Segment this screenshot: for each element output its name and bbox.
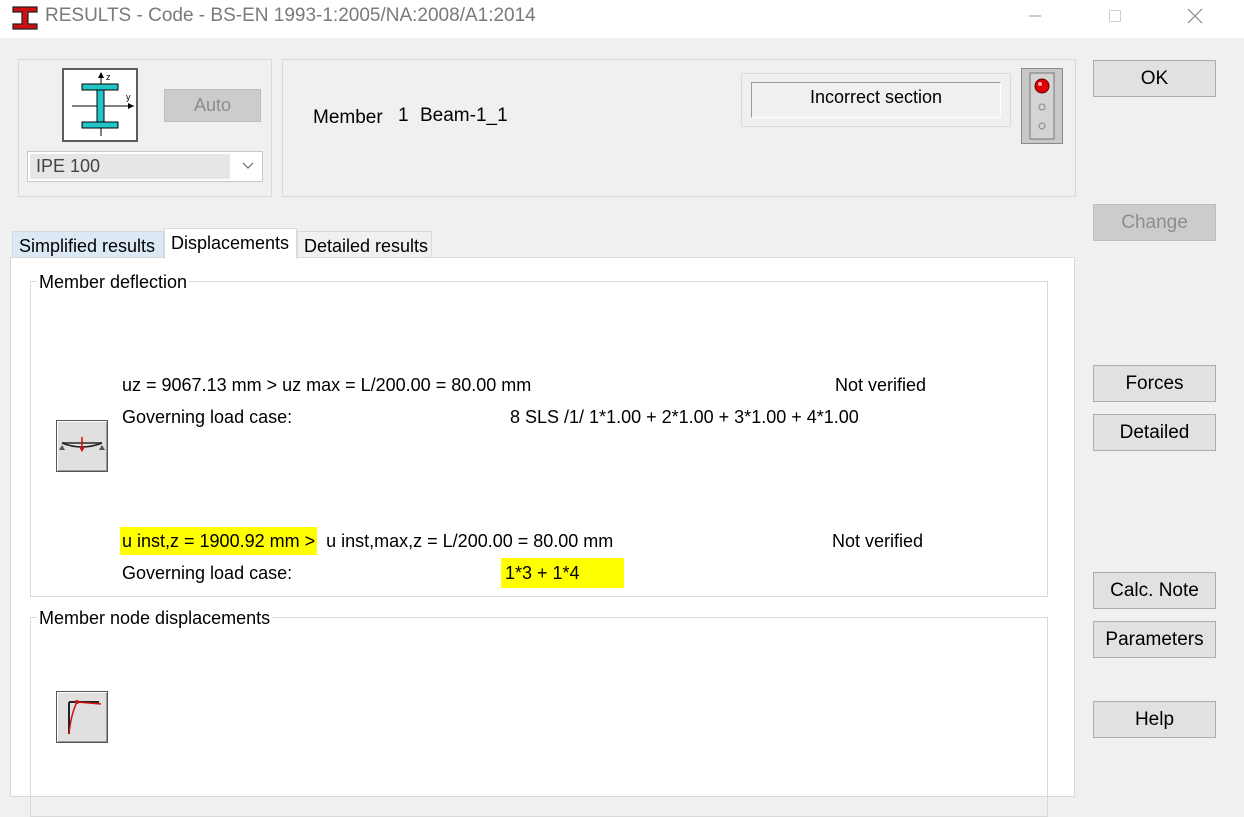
status-box: Incorrect section	[741, 73, 1011, 127]
forces-button[interactable]: Forces	[1093, 365, 1216, 402]
u-inst-case-value: 1*3 + 1*4	[501, 558, 624, 588]
u-inst-case-label: Governing load case:	[122, 563, 293, 583]
u-inst-check-line: u inst,z = 1900.92 mm > u inst,max,z = L…	[120, 527, 614, 555]
member-label: Member	[313, 107, 383, 128]
parameters-button[interactable]: Parameters	[1093, 621, 1216, 658]
minimize-icon[interactable]	[1012, 0, 1058, 32]
close-icon[interactable]	[1172, 0, 1218, 32]
beam-deflection-icon[interactable]	[56, 420, 108, 472]
maximize-icon[interactable]	[1092, 0, 1138, 32]
u-inst-highlight: u inst,z = 1900.92 mm >	[120, 527, 318, 555]
member-number: 1	[398, 105, 409, 126]
steel-beam-app-icon	[10, 5, 40, 31]
traffic-light-icon	[1021, 68, 1063, 144]
member-deflection-group: Member deflection uz = 9067.13 mm > uz m…	[30, 272, 1048, 597]
calc-note-button[interactable]: Calc. Note	[1093, 572, 1216, 609]
detailed-button[interactable]: Detailed	[1093, 414, 1216, 451]
uz-case-label: Governing load case:	[122, 407, 293, 427]
status-text: Incorrect section	[751, 82, 1001, 118]
u-inst-limit: u inst,max,z = L/200.00 = 80.00 mm	[326, 531, 614, 551]
section-panel: z y Auto IPE 100	[18, 59, 272, 197]
member-node-displacements-title: Member node displacements	[37, 608, 273, 629]
displacements-tab-content: Member deflection uz = 9067.13 mm > uz m…	[10, 257, 1075, 817]
tab-simplified-results[interactable]: Simplified results	[12, 231, 164, 258]
i-section-icon[interactable]: z y	[62, 68, 138, 142]
section-select[interactable]: IPE 100	[27, 151, 263, 182]
tab-detailed-results[interactable]: Detailed results	[297, 231, 432, 258]
svg-text:y: y	[126, 92, 131, 102]
member-name: Beam-1_1	[420, 105, 508, 126]
window-title: RESULTS - Code - BS-EN 1993-1:2005/NA:20…	[45, 5, 536, 26]
member-node-displacements-group: Member node displacements	[30, 608, 1048, 817]
uz-status: Not verified	[835, 375, 927, 395]
change-button[interactable]: Change	[1093, 204, 1216, 241]
section-select-value: IPE 100	[30, 154, 230, 179]
member-panel: Member 1 Beam-1_1 Incorrect section	[282, 59, 1076, 197]
help-button[interactable]: Help	[1093, 701, 1216, 738]
u-inst-status: Not verified	[832, 531, 924, 551]
uz-case-value: 8 SLS /1/ 1*1.00 + 2*1.00 + 3*1.00 + 4*1…	[510, 407, 859, 427]
u-inst-case-highlight: 1*3 + 1*4	[501, 558, 624, 588]
chevron-down-icon	[240, 159, 256, 173]
uz-check-line: uz = 9067.13 mm > uz max = L/200.00 = 80…	[122, 375, 532, 395]
node-displacement-icon[interactable]	[56, 691, 108, 743]
title-bar: RESULTS - Code - BS-EN 1993-1:2005/NA:20…	[0, 0, 1244, 38]
auto-button[interactable]: Auto	[164, 89, 261, 122]
member-deflection-title: Member deflection	[37, 272, 190, 293]
ok-button[interactable]: OK	[1093, 60, 1216, 97]
svg-text:z: z	[106, 72, 111, 82]
tab-displacements[interactable]: Displacements	[164, 228, 297, 259]
